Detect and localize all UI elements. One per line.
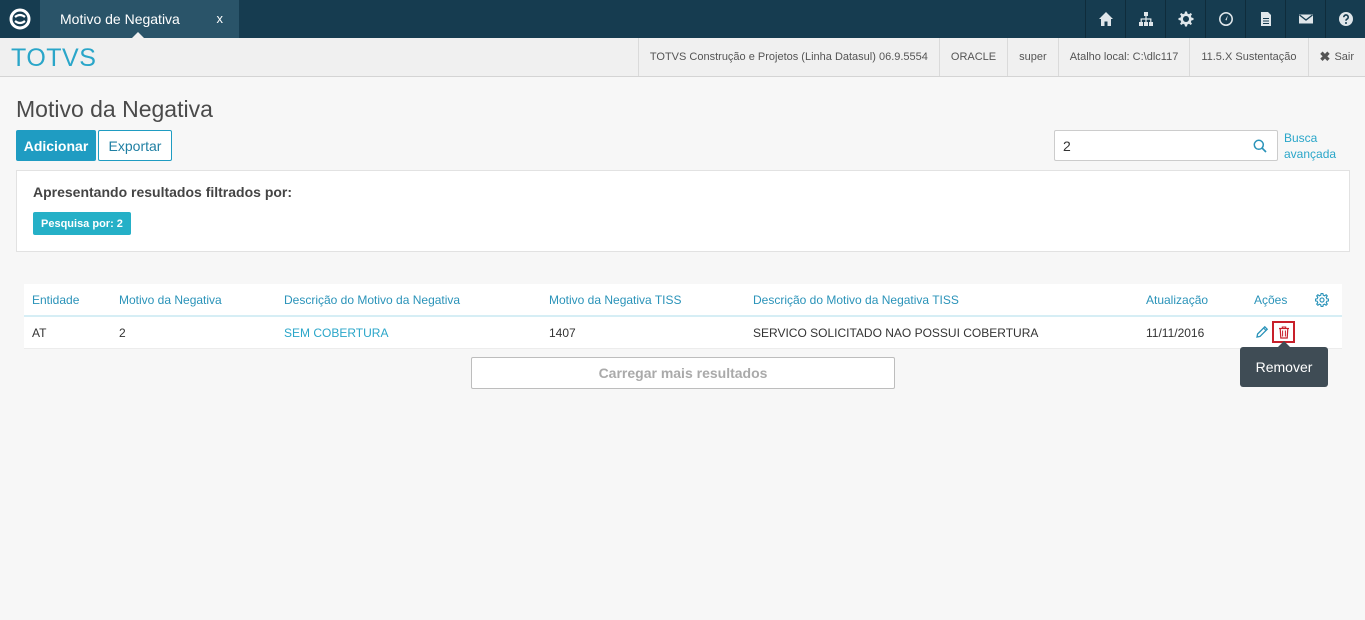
document-icon[interactable] <box>1245 0 1285 38</box>
load-more-button[interactable]: Carregar mais resultados <box>471 357 895 389</box>
header-motivo[interactable]: Motivo da Negativa <box>119 284 222 315</box>
edit-pencil-icon[interactable] <box>1255 325 1269 339</box>
remove-button[interactable] <box>1272 321 1295 343</box>
sitemap-icon[interactable] <box>1125 0 1165 38</box>
version-info: 11.5.X Sustentação <box>1189 38 1307 76</box>
gauge-icon[interactable] <box>1205 0 1245 38</box>
product-info: TOTVS Construção e Projetos (Linha Datas… <box>637 38 939 76</box>
table-header: Entidade Motivo da Negativa Descrição do… <box>24 284 1342 317</box>
logout-button[interactable]: ✖ Sair <box>1307 38 1365 76</box>
filter-title: Apresentando resultados filtrados por: <box>33 184 293 200</box>
column-settings-icon[interactable] <box>1315 284 1329 315</box>
help-icon[interactable] <box>1325 0 1365 38</box>
database-info: ORACLE <box>938 38 1007 76</box>
session-info: TOTVS Construção e Projetos (Linha Datas… <box>637 38 1365 76</box>
shortcut-info: Atalho local: C:\dlc117 <box>1057 38 1190 76</box>
results-table: Entidade Motivo da Negativa Descrição do… <box>24 284 1342 349</box>
user-info: super <box>1007 38 1058 76</box>
table-row: AT 2 SEM COBERTURA 1407 SERVICO SOLICITA… <box>24 317 1342 349</box>
home-icon[interactable] <box>1085 0 1125 38</box>
cell-descricao-tiss: SERVICO SOLICITADO NAO POSSUI COBERTURA <box>753 325 1039 340</box>
cell-entidade: AT <box>32 325 47 340</box>
header-acoes: Ações <box>1254 292 1288 307</box>
info-bar: TOTVS TOTVS Construção e Projetos (Linha… <box>0 38 1365 77</box>
filter-panel: Apresentando resultados filtrados por: P… <box>16 170 1350 252</box>
cell-descricao-link[interactable]: SEM COBERTURA <box>284 317 388 348</box>
remove-tooltip: Remover <box>1240 341 1328 387</box>
header-descricao-tiss[interactable]: Descrição do Motivo da Negativa TISS <box>753 284 959 315</box>
add-button[interactable]: Adicionar <box>16 130 96 161</box>
header-atualizacao[interactable]: Atualização <box>1146 284 1208 315</box>
cell-atualizacao: 11/11/2016 <box>1146 325 1205 340</box>
mail-icon[interactable] <box>1285 0 1325 38</box>
cell-motivo-tiss: 1407 <box>549 325 576 340</box>
advanced-search-link[interactable]: Busca avançada <box>1284 130 1354 162</box>
totvs-logo-icon[interactable] <box>0 0 40 38</box>
filter-tag[interactable]: Pesquisa por: 2 <box>33 212 131 235</box>
cell-motivo: 2 <box>119 325 126 340</box>
top-navigation-bar: Motivo de Negativa x <box>0 0 1365 38</box>
search-icon[interactable] <box>1253 139 1267 153</box>
search-box <box>1054 130 1278 161</box>
page-title: Motivo da Negativa <box>16 96 213 122</box>
tab-motivo-de-negativa[interactable]: Motivo de Negativa x <box>40 0 239 38</box>
close-icon: ✖ <box>1319 49 1331 64</box>
brand-logo: TOTVS <box>11 44 97 72</box>
logout-label: Sair <box>1334 51 1354 63</box>
tab-close-icon[interactable]: x <box>217 11 224 26</box>
gear-icon[interactable] <box>1165 0 1205 38</box>
header-entidade[interactable]: Entidade <box>32 284 79 315</box>
top-toolbar <box>1085 0 1365 38</box>
trash-icon <box>1278 325 1289 339</box>
search-input[interactable] <box>1063 136 1243 156</box>
tab-title: Motivo de Negativa <box>60 11 180 27</box>
export-button[interactable]: Exportar <box>98 130 172 161</box>
header-descricao[interactable]: Descrição do Motivo da Negativa <box>284 284 460 315</box>
header-motivo-tiss[interactable]: Motivo da Negativa TISS <box>549 284 682 315</box>
